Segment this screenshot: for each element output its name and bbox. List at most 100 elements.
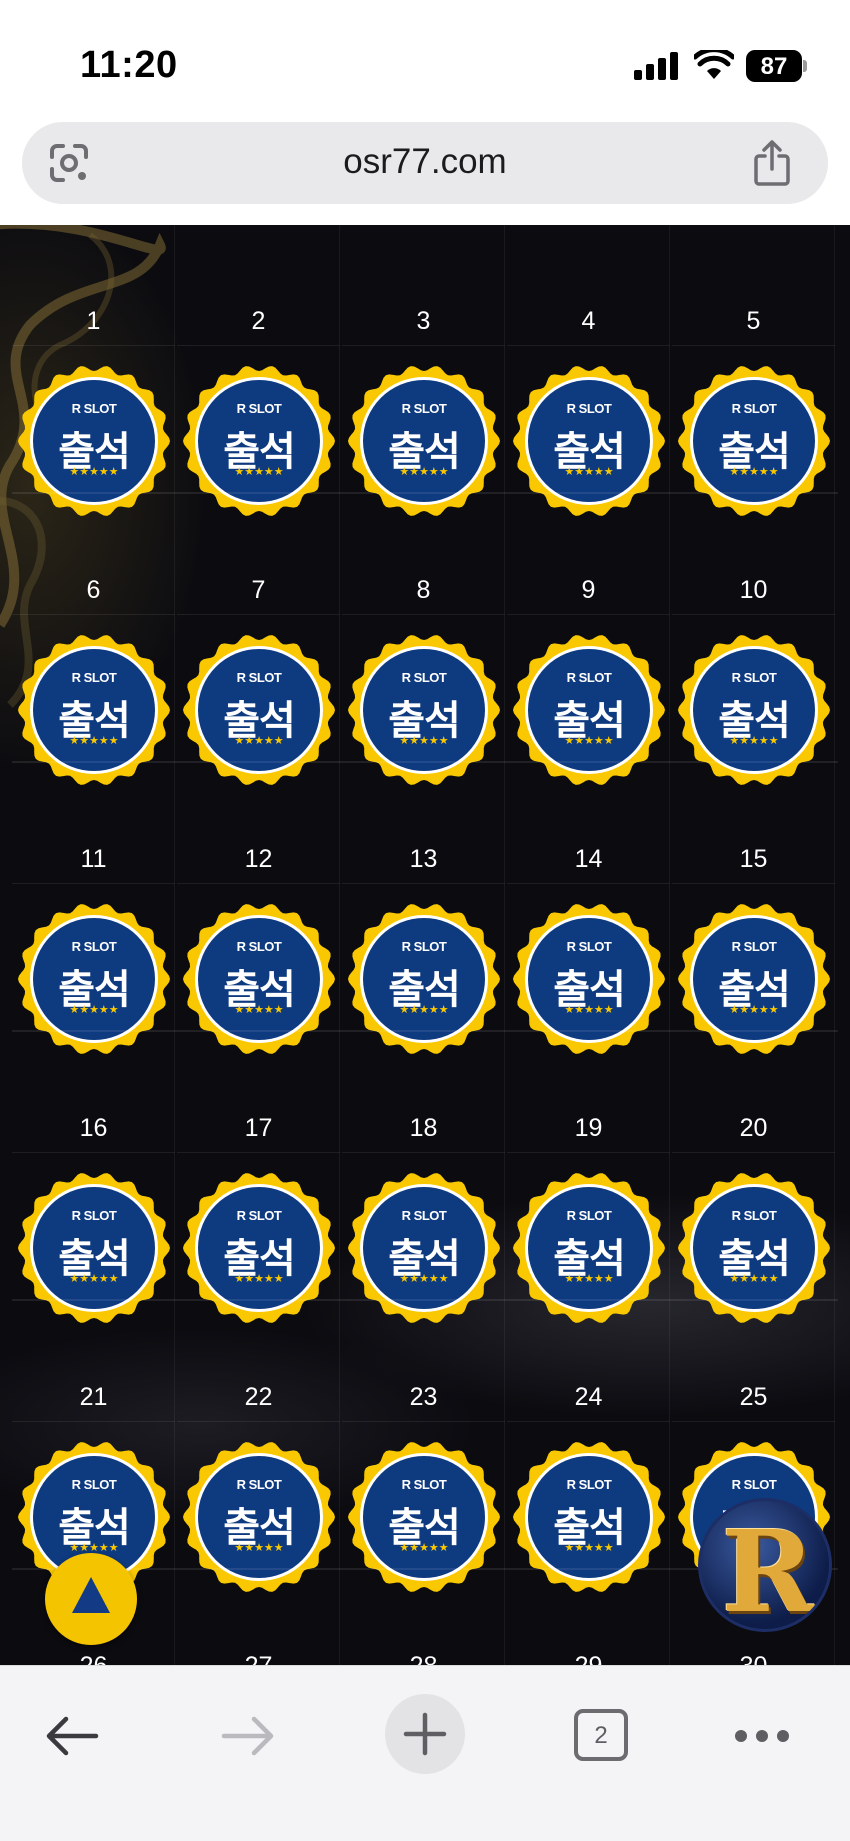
attendance-day-cell[interactable]: 6R SLOT 출석 ★★★★★ <box>12 494 175 785</box>
status-time: 11:20 <box>80 44 178 86</box>
day-number: 24 <box>507 1372 670 1422</box>
badge-brand-text: R SLOT <box>731 1477 777 1492</box>
day-number: 29 <box>507 1641 670 1665</box>
badge-stars: ★★★★★ <box>729 1273 779 1285</box>
attendance-day-cell[interactable]: 20 R SLOT 출석 ★★★★★ <box>672 1032 835 1323</box>
attendance-day-cell[interactable]: 19 R SLOT 출석 ★★★★★ <box>507 1032 670 1323</box>
badge-stars: ★★★★★ <box>69 1542 119 1554</box>
attendance-day-cell[interactable]: 18 R SLOT 출석 ★★★★★ <box>342 1032 505 1323</box>
attendance-day-cell[interactable]: 17 R SLOT 출석 ★★★★★ <box>177 1032 340 1323</box>
cell-divider <box>834 763 835 1032</box>
scroll-top-button[interactable] <box>45 1553 137 1645</box>
arrow-right-icon[interactable] <box>220 1714 276 1758</box>
attendance-day-cell[interactable]: 15 R SLOT 출석 ★★★★★ <box>672 763 835 1054</box>
badge-stars: ★★★★★ <box>399 1542 449 1554</box>
badge-stars: ★★★★★ <box>234 735 284 747</box>
day-number: 6 <box>12 565 175 615</box>
status-bar: 11:20 87 <box>0 0 850 120</box>
cell-divider <box>504 1032 505 1301</box>
cell-divider <box>174 225 175 494</box>
tab-count: 2 <box>594 1722 608 1749</box>
badge-stars: ★★★★★ <box>729 466 779 478</box>
day-number: 22 <box>177 1372 340 1422</box>
badge-brand-text: R SLOT <box>731 401 777 416</box>
attendance-day-cell[interactable]: 14 R SLOT 출석 ★★★★★ <box>507 763 670 1054</box>
attendance-day-cell[interactable]: 22 R SLOT 출석 ★★★★★ <box>177 1301 340 1592</box>
new-tab-button[interactable] <box>385 1694 465 1774</box>
badge-stars: ★★★★★ <box>564 1542 614 1554</box>
badge-stars: ★★★★★ <box>564 735 614 747</box>
badge-stars: ★★★★★ <box>69 1273 119 1285</box>
day-number: 1 <box>12 296 175 346</box>
attendance-day-cell[interactable]: 7R SLOT 출석 ★★★★★ <box>177 494 340 785</box>
address-bar[interactable]: osr77.com <box>22 122 828 204</box>
badge-brand-text: R SLOT <box>236 670 282 685</box>
badge-stars: ★★★★★ <box>399 735 449 747</box>
day-number: 17 <box>177 1103 340 1153</box>
day-number: 7 <box>177 565 340 615</box>
attendance-day-cell[interactable]: 11 R SLOT 출석 ★★★★★ <box>12 763 175 1054</box>
attendance-day-cell[interactable]: 13 R SLOT 출석 ★★★★★ <box>342 763 505 1054</box>
badge-brand-text: R SLOT <box>236 939 282 954</box>
badge-brand-text: R SLOT <box>71 1208 117 1223</box>
badge-stars: ★★★★★ <box>69 466 119 478</box>
attendance-day-cell[interactable]: 27R SLOT출석★★★★★ <box>177 1570 340 1665</box>
plus-icon <box>403 1712 447 1756</box>
day-number: 10 <box>672 565 835 615</box>
badge-stars: ★★★★★ <box>234 466 284 478</box>
attendance-day-cell[interactable]: 10 R SLOT 출석 ★★★★★ <box>672 494 835 785</box>
battery-level: 87 <box>760 53 788 80</box>
attendance-day-cell[interactable]: 29R SLOT출석★★★★★ <box>507 1570 670 1665</box>
attendance-day-cell[interactable]: 16 R SLOT 출석 ★★★★★ <box>12 1032 175 1323</box>
attendance-day-cell[interactable]: 24 R SLOT 출석 ★★★★★ <box>507 1301 670 1592</box>
attendance-day-cell[interactable]: 4R SLOT 출석 ★★★★★ <box>507 225 670 516</box>
attendance-day-cell[interactable]: 8R SLOT 출석 ★★★★★ <box>342 494 505 785</box>
badge-stars: ★★★★★ <box>564 1273 614 1285</box>
badge-stars: ★★★★★ <box>234 1542 284 1554</box>
attendance-day-cell[interactable]: 1R SLOT 출석 ★★★★★ <box>12 225 175 516</box>
badge-stars: ★★★★★ <box>399 1004 449 1016</box>
cell-divider <box>669 1032 670 1301</box>
attendance-day-cell[interactable]: 23 R SLOT 출석 ★★★★★ <box>342 1301 505 1592</box>
attendance-day-cell[interactable]: 5R SLOT 출석 ★★★★★ <box>672 225 835 516</box>
tab-switcher-button[interactable]: 2 <box>574 1709 628 1761</box>
cell-divider <box>669 763 670 1032</box>
badge-brand-text: R SLOT <box>401 1477 447 1492</box>
share-icon[interactable] <box>752 140 792 186</box>
day-number: 13 <box>342 834 505 884</box>
attendance-day-cell[interactable]: 12 R SLOT 출석 ★★★★★ <box>177 763 340 1054</box>
badge-brand-text: R SLOT <box>236 1208 282 1223</box>
badge-brand-text: R SLOT <box>401 670 447 685</box>
cell-divider <box>834 1570 835 1665</box>
attendance-day-cell[interactable]: 2R SLOT 출석 ★★★★★ <box>177 225 340 516</box>
badge-stars: ★★★★★ <box>69 1004 119 1016</box>
badge-stars: ★★★★★ <box>564 466 614 478</box>
day-number: 4 <box>507 296 670 346</box>
attendance-day-cell[interactable]: 9R SLOT 출석 ★★★★★ <box>507 494 670 785</box>
badge-brand-text: R SLOT <box>731 1208 777 1223</box>
badge-brand-text: R SLOT <box>71 670 117 685</box>
arrow-left-icon[interactable] <box>44 1714 100 1758</box>
badge-brand-text: R SLOT <box>71 401 117 416</box>
badge-brand-text: R SLOT <box>401 401 447 416</box>
badge-brand-text: R SLOT <box>566 939 612 954</box>
attendance-day-cell[interactable]: 3R SLOT 출석 ★★★★★ <box>342 225 505 516</box>
day-number: 2 <box>177 296 340 346</box>
attendance-day-cell[interactable]: 21 R SLOT 출석 ★★★★★ <box>12 1301 175 1592</box>
badge-stars: ★★★★★ <box>234 1004 284 1016</box>
browser-toolbar: 2 <box>0 1665 850 1841</box>
badge-stars: ★★★★★ <box>564 1004 614 1016</box>
day-number: 18 <box>342 1103 505 1153</box>
cell-divider <box>669 1301 670 1570</box>
day-number: 3 <box>342 296 505 346</box>
ellipsis-icon[interactable] <box>734 1726 790 1746</box>
cell-divider <box>504 225 505 494</box>
day-number: 12 <box>177 834 340 884</box>
attendance-page: 1R SLOT 출석 ★★★★★ 2 R SLOT 출석 ★★★★★ 3 R SLOT 출석 ★★★… <box>0 225 850 1665</box>
badge-brand-text: R SLOT <box>401 1208 447 1223</box>
r-slot-logo-button[interactable]: R <box>698 1498 832 1632</box>
badge-stars: ★★★★★ <box>234 1273 284 1285</box>
badge-brand-text: R SLOT <box>731 670 777 685</box>
url-text[interactable]: osr77.com <box>22 142 828 182</box>
attendance-day-cell[interactable]: 28R SLOT출석★★★★★ <box>342 1570 505 1665</box>
